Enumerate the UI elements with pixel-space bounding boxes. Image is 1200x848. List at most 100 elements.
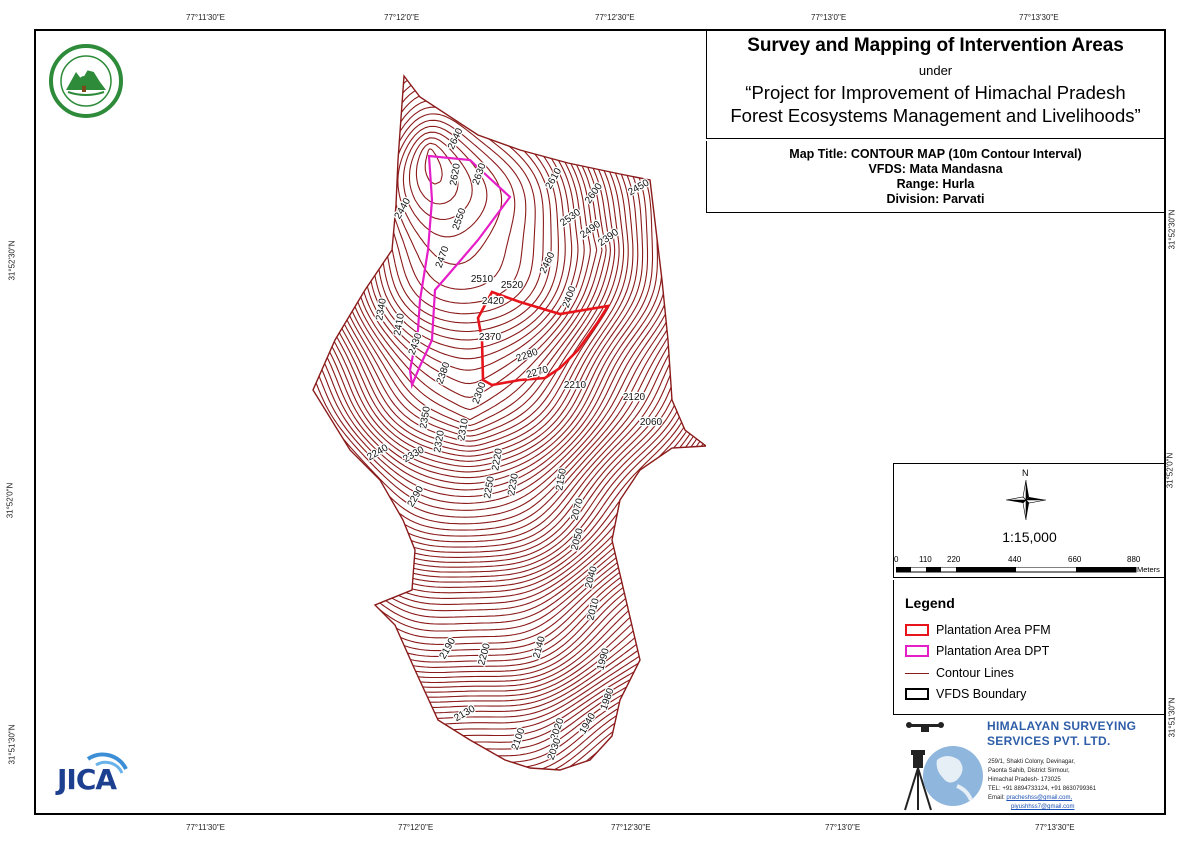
graticule-top-3: 77°12'30"E — [595, 13, 635, 22]
legend-item-pfm: Plantation Area PFM — [905, 622, 1051, 638]
legend-label-dpt: Plantation Area DPT — [936, 644, 1050, 658]
vfds-line: VFDS: Mata Mandasna — [868, 162, 1003, 176]
contour-line — [313, 572, 706, 720]
contour-label: 2250 — [482, 475, 497, 499]
contour-label: 2290 — [406, 484, 427, 509]
graticule-bottom-3: 77°12'30"E — [611, 823, 651, 832]
contour-line — [667, 729, 706, 770]
contour-label: 2140 — [531, 635, 547, 660]
contour-line — [313, 616, 706, 759]
north-label: N — [1022, 468, 1029, 478]
contour-line — [313, 607, 706, 752]
graticule-right-3: 31°51'30"N — [1167, 697, 1177, 738]
contour-label: 2190 — [438, 636, 459, 661]
contour-label: 2640 — [446, 126, 466, 151]
contour-label: 2520 — [501, 280, 524, 291]
contour-line — [313, 76, 702, 548]
contour-line — [313, 684, 706, 770]
contour-line — [692, 754, 706, 770]
contour-line — [313, 423, 706, 618]
contour-line — [645, 714, 706, 770]
contour-line — [315, 76, 629, 452]
legend-label-contour: Contour Lines — [936, 666, 1014, 680]
contour-label: 2310 — [456, 417, 471, 441]
legend-label-pfm: Plantation Area PFM — [936, 623, 1051, 637]
graticule-left-1: 31°52'30"N — [7, 240, 17, 281]
legend-item-contour: Contour Lines — [905, 665, 1014, 681]
graticule-bottom-1: 77°11'30"E — [186, 823, 226, 832]
contour-label: 2060 — [640, 417, 663, 428]
contour-label: 2620 — [448, 162, 463, 186]
contour-label: 2280 — [515, 347, 540, 365]
dpt-swatch-icon — [905, 645, 929, 657]
company-address: 259/1, Shakti Colony, Devinagar, Paonta … — [988, 758, 1096, 812]
contour-label: 2550 — [451, 206, 469, 231]
scale-tick-110: 110 — [919, 555, 932, 564]
project-title-line-2: Forest Ecosystems Management and Livelih… — [730, 105, 1141, 126]
legend-item-dpt: Plantation Area DPT — [905, 643, 1049, 659]
contour-line — [699, 762, 706, 770]
map-title-line: Map Title: CONTOUR MAP (10m Contour Inte… — [789, 147, 1082, 161]
map-info-panel: Map Title: CONTOUR MAP (10m Contour Inte… — [706, 141, 1164, 213]
contour-line — [313, 690, 706, 770]
contour-label: 2410 — [392, 312, 407, 336]
title-under: under — [918, 63, 953, 78]
division-line: Division: Parvati — [886, 192, 985, 206]
telephone-line: TEL: +91 8894733124, +91 8630799361 — [988, 786, 1097, 792]
legend-title: Legend — [905, 595, 955, 611]
legend-label-vfds: VFDS Boundary — [936, 687, 1027, 701]
contour-label: 2220 — [490, 447, 505, 471]
contour-line-icon — [905, 672, 929, 674]
contour-label: 2330 — [401, 444, 426, 465]
contour-label: 2040 — [583, 565, 599, 590]
contour-line — [633, 708, 706, 770]
title-panel: Survey and Mapping of Intervention Areas… — [706, 31, 1164, 139]
legend-panel: Legend Plantation Area PFM Plantation Ar… — [893, 580, 1164, 715]
email-link-1[interactable]: pracheshss@gmail.com, — [1006, 795, 1072, 801]
graticule-left-2: 31°52'0"N — [5, 482, 15, 519]
email-link-2[interactable]: piyushhss7@gmail.com — [1011, 804, 1074, 810]
company-name-line-2: SERVICES PVT. LTD. — [987, 734, 1111, 748]
email-line-2: piyushhss7@gmail.com — [988, 803, 1096, 812]
graticule-right-2: 31°52'0"N — [1165, 452, 1175, 489]
graticule-left-3: 31°51'30"N — [7, 724, 17, 765]
legend-item-vfds: VFDS Boundary — [905, 686, 1026, 702]
scale-tick-440: 440 — [1008, 555, 1022, 564]
contour-line — [313, 702, 706, 770]
contour-line — [357, 76, 579, 371]
contour-line — [333, 76, 611, 432]
contour-label: 2120 — [623, 392, 646, 403]
contour-line — [341, 76, 603, 421]
company-name-line-1: HIMALAYAN SURVEYING — [987, 719, 1137, 733]
contour-line — [313, 578, 706, 726]
graticule-top-2: 77°12'0"E — [384, 13, 420, 22]
contour-line — [313, 76, 706, 563]
contour-line — [313, 559, 706, 708]
scale-tick-220: 220 — [947, 555, 961, 564]
contour-line — [676, 737, 706, 770]
contour-label: 2380 — [435, 360, 453, 385]
contour-label: 2460 — [538, 250, 558, 275]
graticule-bottom-2: 77°12'0"E — [398, 823, 434, 832]
scale-tick-0: 0 — [894, 555, 899, 564]
hp-forest-department-logo — [49, 44, 123, 118]
scale-panel: N 1:15,000 0 110 220 440 660 880 Meters — [893, 463, 1164, 578]
address-line-1: 259/1, Shakti Colony, Devinagar, — [988, 759, 1075, 765]
email-line: Email: pracheshss@gmail.com, — [988, 794, 1096, 803]
contour-label: 2370 — [479, 332, 502, 343]
contour-line — [424, 148, 443, 185]
company-name: HIMALAYAN SURVEYING SERVICES PVT. LTD. — [987, 719, 1136, 749]
address-line-3: Himachal Pradesh- 173025 — [988, 777, 1061, 783]
graticule-right-1: 31°52'30"N — [1167, 209, 1177, 250]
scale-tick-880: 880 — [1127, 555, 1141, 564]
address-line-2: Paonta Sahib, District Sirmour, — [988, 768, 1070, 774]
pfm-swatch-icon — [905, 624, 929, 636]
graticule-bottom-5: 77°13'30"E — [1035, 823, 1075, 832]
contour-line — [685, 746, 706, 770]
contour-label: 1980 — [599, 686, 617, 711]
contour-line — [313, 592, 706, 738]
contour-line — [313, 446, 706, 639]
surveying-logo-icon — [904, 722, 983, 811]
contour-line — [313, 76, 706, 588]
north-arrow-icon — [1006, 480, 1046, 520]
